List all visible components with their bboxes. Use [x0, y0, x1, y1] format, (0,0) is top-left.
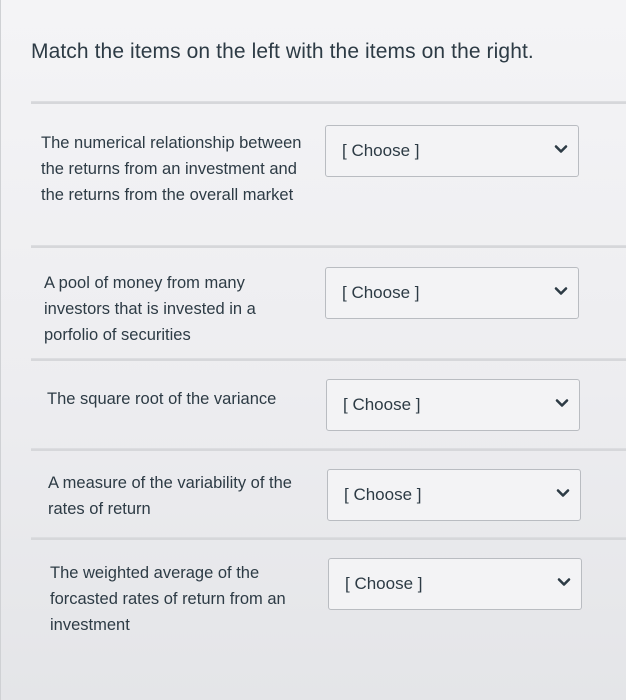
select-value-4: [ Choose ] [344, 485, 422, 504]
select-value-5: [ Choose ] [345, 574, 423, 593]
divider [31, 448, 626, 451]
select-value-1: [ Choose ] [342, 141, 420, 160]
match-select-5[interactable]: [ Choose ] [328, 558, 582, 610]
quiz-question-card: Match the items on the left with the ite… [0, 0, 626, 700]
question-text: Match the items on the left with the ite… [31, 40, 534, 63]
match-prompt-5: The weighted average of the forcasted ra… [50, 564, 286, 634]
match-select-2[interactable]: [ Choose ] [325, 267, 579, 319]
divider [31, 245, 626, 248]
chevron-down-icon [555, 399, 569, 407]
chevron-down-icon [557, 578, 571, 586]
match-prompt-2: A pool of money from many investors that… [44, 274, 256, 344]
divider [31, 358, 626, 361]
match-prompt-3: The square root of the variance [47, 390, 277, 408]
match-prompt-1: The numerical relationship between the r… [41, 134, 302, 204]
divider [31, 537, 626, 540]
match-select-3[interactable]: [ Choose ] [326, 379, 580, 431]
match-prompt-4: A measure of the variability of the rate… [48, 474, 292, 518]
chevron-down-icon [554, 287, 568, 295]
select-value-3: [ Choose ] [343, 395, 421, 414]
match-select-1[interactable]: [ Choose ] [325, 125, 579, 177]
divider [31, 101, 626, 104]
select-value-2: [ Choose ] [342, 283, 420, 302]
match-select-4[interactable]: [ Choose ] [327, 469, 581, 521]
chevron-down-icon [554, 145, 568, 153]
chevron-down-icon [556, 489, 570, 497]
